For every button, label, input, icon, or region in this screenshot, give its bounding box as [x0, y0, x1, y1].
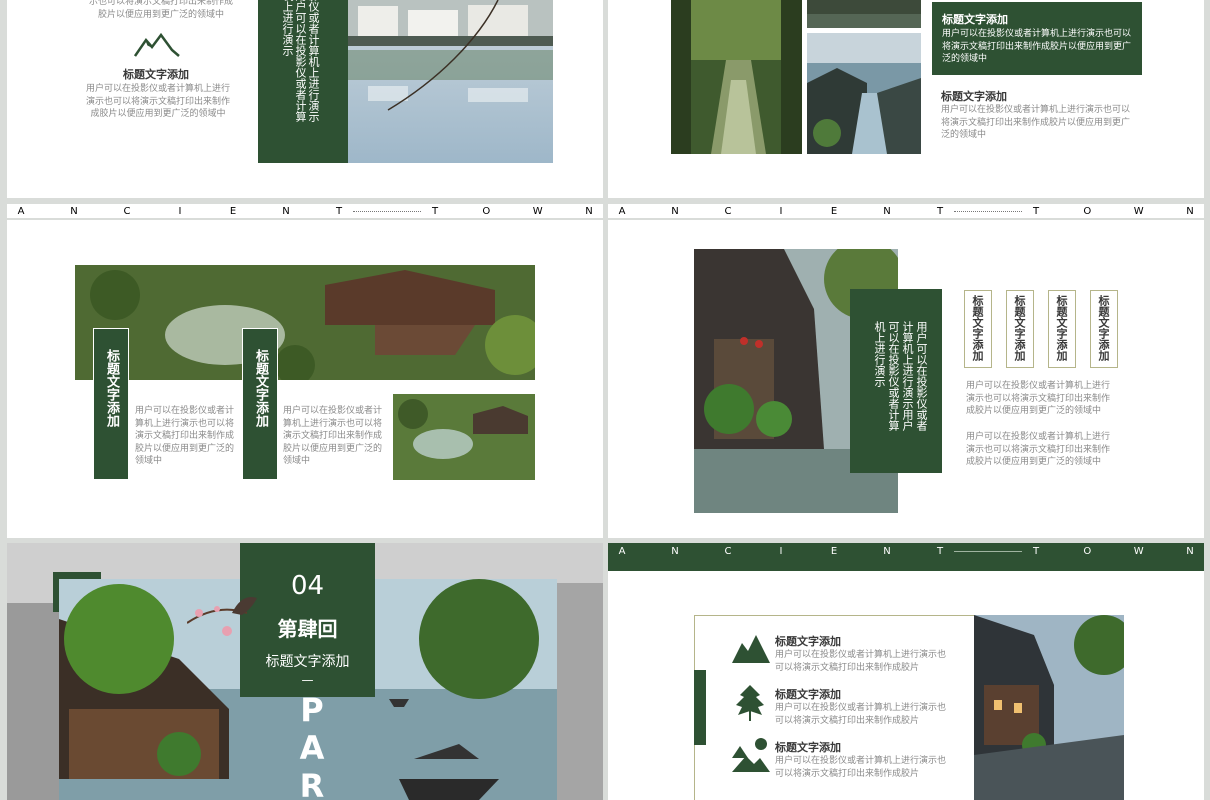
- letter: W: [1133, 545, 1144, 557]
- bird-on-branch-icon: [187, 597, 257, 636]
- letter: N: [70, 205, 78, 217]
- slide5-dash: —: [301, 673, 314, 687]
- letter: N: [1186, 205, 1194, 217]
- rainy-street-photo: [974, 615, 1124, 800]
- slide6-item-1-title: 标题文字添加: [775, 635, 841, 648]
- slide3-body-1: 用户可以在投影仪或者计算机上进行演示也可以将演示文稿打印出来制作成胶片以便应用到…: [135, 406, 235, 466]
- divider: [353, 210, 421, 212]
- slide6-item-3-title: 标题文字添加: [775, 741, 841, 754]
- slide6-item-2-title: 标题文字添加: [775, 688, 841, 701]
- mountain-icon: [134, 32, 180, 57]
- slide4-vertical-text: 用户可以在投影仪或者计算机上进行演示用户可以在投影仪或者计算机上进行演示: [873, 321, 928, 431]
- slide2-title: 标题文字添加: [941, 90, 1007, 103]
- letter: W: [1133, 205, 1144, 217]
- slide1-vertical-text: 影仪或者计算机上进行演示用户可以在投影仪或者计算机上进行演示: [281, 0, 320, 122]
- slide3-tag-2-text: 标题文字添加: [253, 349, 268, 427]
- canal-photo-small: [807, 0, 921, 28]
- letter: I: [779, 545, 783, 557]
- landscape-icon: [732, 738, 770, 772]
- divider: [954, 550, 1022, 552]
- slide6-item-1-body: 用户可以在投影仪或者计算机上进行演示也可以将演示文稿打印出来制作成胶片: [775, 650, 947, 673]
- slide6-item-3-body: 用户可以在投影仪或者计算机上进行演示也可以将演示文稿打印出来制作成胶片: [775, 756, 947, 779]
- letter: T: [1032, 545, 1040, 557]
- letter: E: [830, 205, 838, 217]
- letter: N: [883, 205, 891, 217]
- slide-1[interactable]: 示也可以将演示文稿打印出来制作成胶片以便应用到更广泛的领域中 标题文字添加 用户…: [7, 0, 603, 198]
- letter: O: [1083, 545, 1092, 557]
- slide4-tag-4: 标题文字添加: [1090, 290, 1118, 368]
- letter: A: [17, 205, 25, 217]
- letter: E: [830, 545, 838, 557]
- slide4-tag-3: 标题文字添加: [1048, 290, 1076, 368]
- slide1-top-text: 示也可以将演示文稿打印出来制作成胶片以便应用到更广泛的领域中: [88, 0, 233, 20]
- slide1-vertical-panel: 影仪或者计算机上进行演示用户可以在投影仪或者计算机上进行演示: [258, 0, 348, 163]
- slide1-title: 标题文字添加: [123, 68, 189, 81]
- slide4-body-1: 用户可以在投影仪或者计算机上进行演示也可以将演示文稿打印出来制作成胶片以便应用到…: [966, 381, 1111, 416]
- forest-stream-photo: [671, 0, 802, 154]
- slide5-part-text: PAR: [293, 691, 331, 800]
- slide-6[interactable]: A N C I E N T T O W N 标题文字添加 用户可以在投影仪或者计算机上进行演示也可…: [608, 543, 1204, 800]
- slide3-body-2: 用户可以在投影仪或者计算机上进行演示也可以将演示文稿打印出来制作成胶片以便应用到…: [283, 406, 383, 466]
- letter: C: [123, 205, 131, 217]
- slide1-body: 用户可以在投影仪或者计算机上进行演示也可以将演示文稿打印出来制作成胶片以便应用到…: [85, 84, 230, 119]
- letter: E: [229, 205, 237, 217]
- letter: N: [671, 205, 679, 217]
- ancient-town-bar-left: ANCIENT TOWN: [7, 204, 603, 218]
- letter: A: [618, 205, 626, 217]
- garden-pavilion-photo: [393, 394, 535, 480]
- slide4-body-2: 用户可以在投影仪或者计算机上进行演示也可以将演示文稿打印出来制作成胶片以便应用到…: [966, 432, 1111, 467]
- slide-4[interactable]: 用户可以在投影仪或者计算机上进行演示用户可以在投影仪或者计算机上进行演示 标题文…: [608, 220, 1204, 538]
- slide-5[interactable]: 04 第肆回 标题文字添加 — PAR: [7, 543, 603, 800]
- slide-2[interactable]: 标题文字添加 用户可以在投影仪或者计算机上进行演示也可以将演示文稿打印出来制作成…: [608, 0, 1204, 198]
- slide4-tag-row: 标题文字添加 标题文字添加 标题文字添加 标题文字添加: [964, 290, 1124, 370]
- letter: T: [936, 545, 944, 557]
- letter: W: [532, 205, 543, 217]
- slide4-tag-1: 标题文字添加: [964, 290, 992, 368]
- letter: T: [936, 205, 944, 217]
- slide5-subtitle: 标题文字添加: [265, 654, 350, 670]
- village-aerial-photo: [807, 33, 921, 154]
- letter: C: [724, 205, 732, 217]
- divider: [954, 210, 1022, 212]
- slide-3[interactable]: 标题文字添加 标题文字添加 用户可以在投影仪或者计算机上进行演示也可以将演示文稿…: [7, 220, 603, 538]
- ancient-town-bar-right: ANCIENT TOWN: [608, 204, 1204, 218]
- letter: O: [1083, 205, 1092, 217]
- letter: I: [779, 205, 783, 217]
- letter: I: [178, 205, 182, 217]
- letter: T: [431, 205, 439, 217]
- letter: N: [282, 205, 290, 217]
- slide4-tag-2: 标题文字添加: [1006, 290, 1034, 368]
- slide6-item-2-body: 用户可以在投影仪或者计算机上进行演示也可以将演示文稿打印出来制作成胶片: [775, 703, 947, 726]
- slide4-vertical-panel: 用户可以在投影仪或者计算机上进行演示用户可以在投影仪或者计算机上进行演示: [850, 289, 942, 473]
- letter: N: [671, 545, 679, 557]
- slide2-card-title: 标题文字添加: [942, 13, 1008, 26]
- letter: T: [1032, 205, 1040, 217]
- slide2-card-body: 用户可以在投影仪或者计算机上进行演示也可以将演示文稿打印出来制作成胶片以便应用到…: [942, 29, 1132, 64]
- letter: C: [724, 545, 732, 557]
- slide3-tag-1-text: 标题文字添加: [104, 349, 119, 427]
- letter: A: [618, 545, 626, 557]
- slide2-card: 标题文字添加 用户可以在投影仪或者计算机上进行演示也可以将演示文稿打印出来制作成…: [932, 2, 1142, 75]
- letter: N: [585, 205, 593, 217]
- ancient-town-banner: ANCIENT TOWN: [608, 543, 1204, 571]
- slide2-body: 用户可以在投影仪或者计算机上进行演示也可以将演示文稿打印出来制作成胶片以便应用到…: [941, 105, 1131, 140]
- slide3-tag-1: 标题文字添加: [93, 328, 129, 480]
- letter: T: [335, 205, 343, 217]
- letter: O: [482, 205, 491, 217]
- garden-aerial-photo: [75, 265, 535, 380]
- letter: N: [883, 545, 891, 557]
- leaf-icon: [736, 685, 764, 721]
- water-town-photo: [348, 0, 553, 163]
- letter: N: [1186, 545, 1194, 557]
- slide3-tag-2: 标题文字添加: [242, 328, 278, 480]
- slide6-accent-bar: [694, 670, 706, 745]
- mountain-icon: [732, 635, 770, 663]
